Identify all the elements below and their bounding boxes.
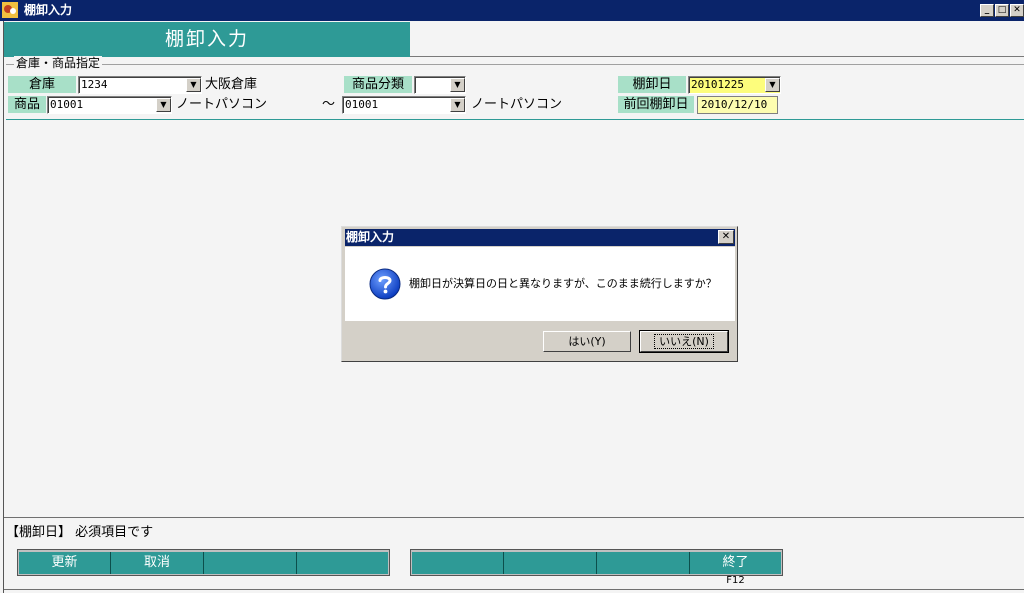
product-to-dropdown-icon[interactable]: ▼ xyxy=(450,98,465,112)
filter-group-label: 倉庫・商品指定 xyxy=(14,56,103,70)
window-title: 棚卸入力 xyxy=(24,3,73,17)
dialog-title: 棚卸入力 xyxy=(346,230,395,244)
yes-button[interactable]: はい(Y) xyxy=(543,331,631,352)
no-button-label: いいえ(N) xyxy=(654,334,714,349)
f12-key-label: F12 xyxy=(726,575,745,586)
product-to-name: ノートパソコン xyxy=(471,97,563,112)
previous-date-field: 2010/12/10 xyxy=(697,96,778,114)
product-from-name: ノートパソコン xyxy=(176,97,268,112)
f4-button[interactable] xyxy=(297,552,388,574)
yes-button-label: はい(Y) xyxy=(568,335,606,348)
f7-button[interactable] xyxy=(597,552,690,574)
product-from-dropdown-icon[interactable]: ▼ xyxy=(156,98,171,112)
range-tilde: ～ xyxy=(322,97,336,112)
f2-cancel-button[interactable]: 取消 xyxy=(111,552,204,574)
category-dropdown-icon[interactable]: ▼ xyxy=(450,78,465,92)
f12-exit-button[interactable]: 終了 xyxy=(690,552,781,574)
window-title-bar[interactable] xyxy=(0,0,1024,21)
minimize-icon[interactable]: _ xyxy=(980,4,994,17)
f5-button[interactable] xyxy=(412,552,504,574)
app-icon xyxy=(2,2,18,18)
no-button[interactable]: いいえ(N) xyxy=(639,330,729,353)
f3-button[interactable] xyxy=(204,552,297,574)
warehouse-select[interactable]: 1234 xyxy=(78,76,202,94)
warehouse-dropdown-icon[interactable]: ▼ xyxy=(186,78,201,92)
question-icon xyxy=(369,268,401,300)
bottom-border xyxy=(4,589,1024,590)
warehouse-label: 倉庫 xyxy=(8,76,76,93)
product-from-select[interactable]: 01001 xyxy=(47,96,172,114)
inventory-date-dropdown-icon[interactable]: ▼ xyxy=(765,78,780,92)
product-label: 商品 xyxy=(8,96,46,113)
f6-button[interactable] xyxy=(504,552,597,574)
page-title: 棚卸入力 xyxy=(164,28,249,50)
product-to-select[interactable]: 01001 xyxy=(342,96,466,114)
previous-date-label: 前回棚卸日 xyxy=(618,96,694,113)
warehouse-name: 大阪倉庫 xyxy=(205,77,258,92)
maximize-icon[interactable]: □ xyxy=(995,4,1009,17)
f1-update-button[interactable]: 更新 xyxy=(19,552,111,574)
dialog-title-bar[interactable] xyxy=(345,229,735,246)
status-message: 【棚卸日】 必須項目です xyxy=(6,525,154,540)
inventory-date-label: 棚卸日 xyxy=(618,76,686,93)
dialog-message: 棚卸日が決算日の日と異なりますが、このまま続行しますか？ xyxy=(409,277,717,290)
category-label: 商品分類 xyxy=(344,76,412,93)
header-divider xyxy=(410,56,1024,57)
dialog-close-button[interactable]: ✕ xyxy=(718,230,734,244)
close-icon[interactable]: ✕ xyxy=(1010,4,1024,17)
